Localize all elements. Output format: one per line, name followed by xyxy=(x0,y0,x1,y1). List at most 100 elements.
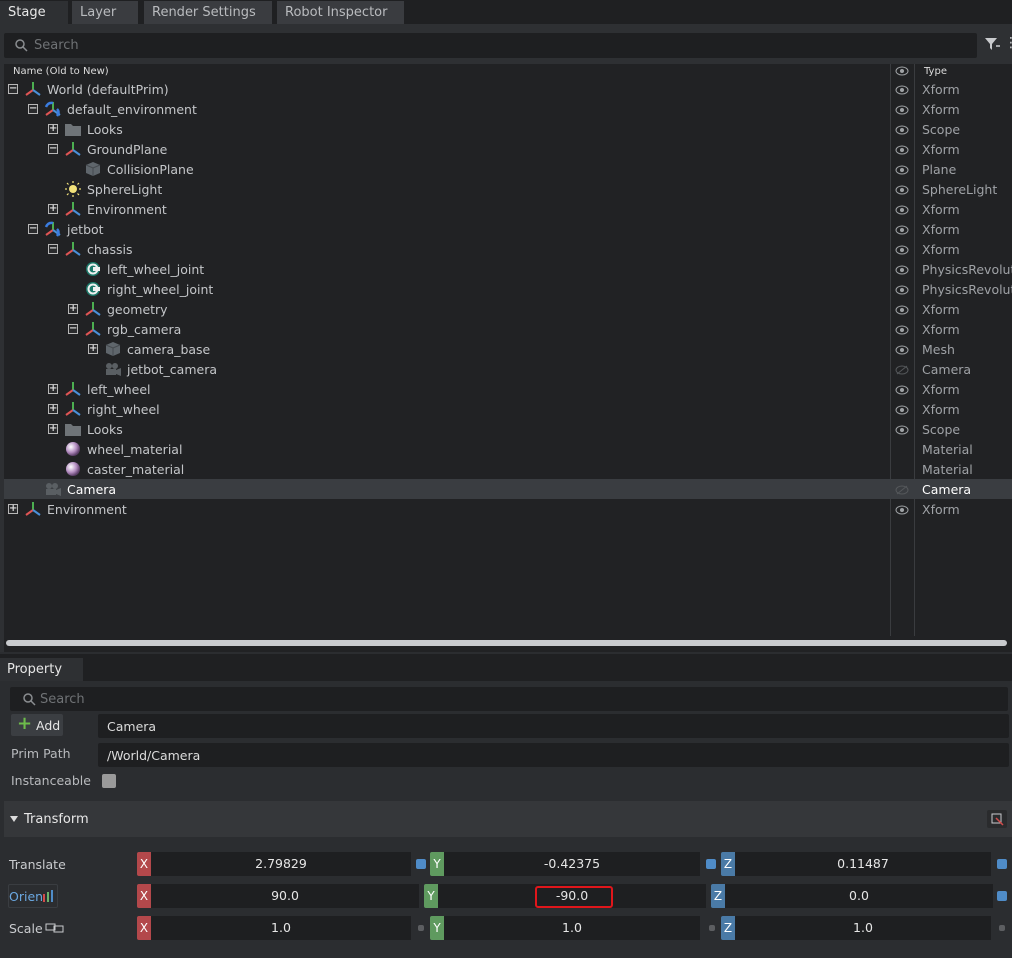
visibility-eye-icon[interactable] xyxy=(895,504,909,515)
tree-row-label: rgb_camera xyxy=(107,322,182,337)
visibility-eye-icon[interactable] xyxy=(895,304,909,315)
visibility-eye-icon[interactable] xyxy=(895,164,909,175)
transform-options-icon[interactable] xyxy=(987,810,1007,828)
tree-row-type: Xform xyxy=(922,142,960,157)
xform-icon xyxy=(84,301,102,317)
link-toggle-icon[interactable] xyxy=(999,925,1005,931)
tree-row[interactable]: right_wheel_joint PhysicsRevoluteJoint xyxy=(4,279,1012,299)
tree-row[interactable]: − World (defaultPrim) Xform xyxy=(4,79,1012,99)
tree-row[interactable]: − jetbot Xform xyxy=(4,219,1012,239)
tree-row[interactable]: left_wheel_joint PhysicsRevoluteJoint xyxy=(4,259,1012,279)
options-menu-icon[interactable]: ⋮ xyxy=(1004,35,1012,51)
visibility-eye-icon[interactable] xyxy=(895,244,909,255)
scale-link-icon[interactable] xyxy=(45,923,65,933)
tree-row[interactable]: + Environment Xform xyxy=(4,199,1012,219)
link-toggle-icon[interactable] xyxy=(997,891,1007,901)
tab-property[interactable]: Property xyxy=(0,658,83,681)
visibility-hidden-icon[interactable] xyxy=(895,364,909,375)
tree-row[interactable]: caster_material Material xyxy=(4,459,1012,479)
visibility-eye-icon[interactable] xyxy=(895,324,909,335)
visibility-eye-icon[interactable] xyxy=(895,204,909,215)
translate-z-field[interactable]: 0.11487 xyxy=(735,852,991,876)
tree-row[interactable]: jetbot_camera Camera xyxy=(4,359,1012,379)
tree-row[interactable]: − GroundPlane Xform xyxy=(4,139,1012,159)
visibility-eye-icon[interactable] xyxy=(895,384,909,395)
expand-icon[interactable]: + xyxy=(48,384,58,394)
add-button[interactable]: + Add xyxy=(11,714,63,736)
tab-layer[interactable]: Layer xyxy=(72,1,138,24)
tree-row[interactable]: + camera_base Mesh xyxy=(4,339,1012,359)
visibility-eye-icon[interactable] xyxy=(895,264,909,275)
link-toggle-icon[interactable] xyxy=(997,859,1007,869)
translate-x-field[interactable]: 2.79829 xyxy=(151,852,411,876)
link-toggle-icon[interactable] xyxy=(706,859,716,869)
visibility-eye-icon[interactable] xyxy=(895,144,909,155)
horizontal-scrollbar[interactable] xyxy=(6,640,1007,646)
stage-search-input[interactable]: Search xyxy=(4,33,977,58)
visibility-header-icon[interactable] xyxy=(895,66,909,76)
tree-row[interactable]: + Looks Scope xyxy=(4,419,1012,439)
tree-row[interactable]: − default_environment Xform xyxy=(4,99,1012,119)
orient-x-axis: X xyxy=(137,884,151,908)
visibility-eye-icon[interactable] xyxy=(895,84,909,95)
tree-row[interactable]: SphereLight SphereLight xyxy=(4,179,1012,199)
visibility-eye-icon[interactable] xyxy=(895,284,909,295)
instanceable-checkbox[interactable] xyxy=(102,774,116,788)
tree-row[interactable]: − rgb_camera Xform xyxy=(4,319,1012,339)
prim-name-field[interactable]: Camera xyxy=(98,714,1009,738)
tree-row-type: Xform xyxy=(922,102,960,117)
collapse-icon[interactable]: − xyxy=(28,104,38,114)
scale-z-field[interactable]: 1.0 xyxy=(735,916,991,940)
visibility-hidden-icon[interactable] xyxy=(895,484,909,495)
expand-icon[interactable]: + xyxy=(48,204,58,214)
property-search-input[interactable]: Search xyxy=(10,687,1008,711)
link-toggle-icon[interactable] xyxy=(418,925,424,931)
orient-z-field[interactable]: 0.0 xyxy=(725,884,993,908)
tree-row[interactable]: Camera Camera xyxy=(4,479,1012,499)
expand-icon[interactable]: + xyxy=(88,344,98,354)
tab-render-settings[interactable]: Render Settings xyxy=(144,1,272,24)
visibility-eye-icon[interactable] xyxy=(895,224,909,235)
filter-icon[interactable] xyxy=(984,36,1000,52)
scale-y-field[interactable]: 1.0 xyxy=(444,916,700,940)
expand-icon[interactable]: + xyxy=(48,424,58,434)
expand-icon[interactable]: + xyxy=(8,504,18,514)
tab-robot-inspector[interactable]: Robot Inspector xyxy=(277,1,404,24)
collapse-icon[interactable]: − xyxy=(48,244,58,254)
tree-row[interactable]: + left_wheel Xform xyxy=(4,379,1012,399)
scale-z-axis: Z xyxy=(721,916,735,940)
tree-row[interactable]: + Environment Xform xyxy=(4,499,1012,519)
collapse-triangle-icon[interactable] xyxy=(10,816,18,822)
visibility-eye-icon[interactable] xyxy=(895,184,909,195)
tab-stage[interactable]: Stage xyxy=(0,1,68,24)
visibility-eye-icon[interactable] xyxy=(895,344,909,355)
tree-row[interactable]: + right_wheel Xform xyxy=(4,399,1012,419)
column-header-name[interactable]: Name (Old to New) xyxy=(13,66,109,77)
tree-row[interactable]: − chassis Xform xyxy=(4,239,1012,259)
collapse-icon[interactable]: − xyxy=(48,144,58,154)
visibility-eye-icon[interactable] xyxy=(895,104,909,115)
prim-path-field[interactable]: /World/Camera xyxy=(98,743,1009,767)
visibility-eye-icon[interactable] xyxy=(895,124,909,135)
visibility-eye-icon[interactable] xyxy=(895,404,909,415)
link-toggle-icon[interactable] xyxy=(416,859,426,869)
visibility-eye-icon[interactable] xyxy=(895,424,909,435)
translate-y-field[interactable]: -0.42375 xyxy=(444,852,700,876)
transform-section-header[interactable]: Transform xyxy=(4,801,1012,837)
expand-icon[interactable]: + xyxy=(68,304,78,314)
tree-row[interactable]: CollisionPlane Plane xyxy=(4,159,1012,179)
tree-row-type: Scope xyxy=(922,422,961,437)
column-header-type[interactable]: Type xyxy=(924,66,947,77)
expand-icon[interactable]: + xyxy=(48,404,58,414)
orient-x-field[interactable]: 90.0 xyxy=(151,884,419,908)
tree-row[interactable]: + geometry Xform xyxy=(4,299,1012,319)
collapse-icon[interactable]: − xyxy=(8,84,18,94)
tree-row[interactable]: + Looks Scope xyxy=(4,119,1012,139)
link-toggle-icon[interactable] xyxy=(709,925,715,931)
expand-icon[interactable]: + xyxy=(48,124,58,134)
scale-x-field[interactable]: 1.0 xyxy=(151,916,411,940)
collapse-icon[interactable]: − xyxy=(68,324,78,334)
collapse-icon[interactable]: − xyxy=(28,224,38,234)
tree-row[interactable]: wheel_material Material xyxy=(4,439,1012,459)
scale-label: Scale xyxy=(9,921,64,936)
